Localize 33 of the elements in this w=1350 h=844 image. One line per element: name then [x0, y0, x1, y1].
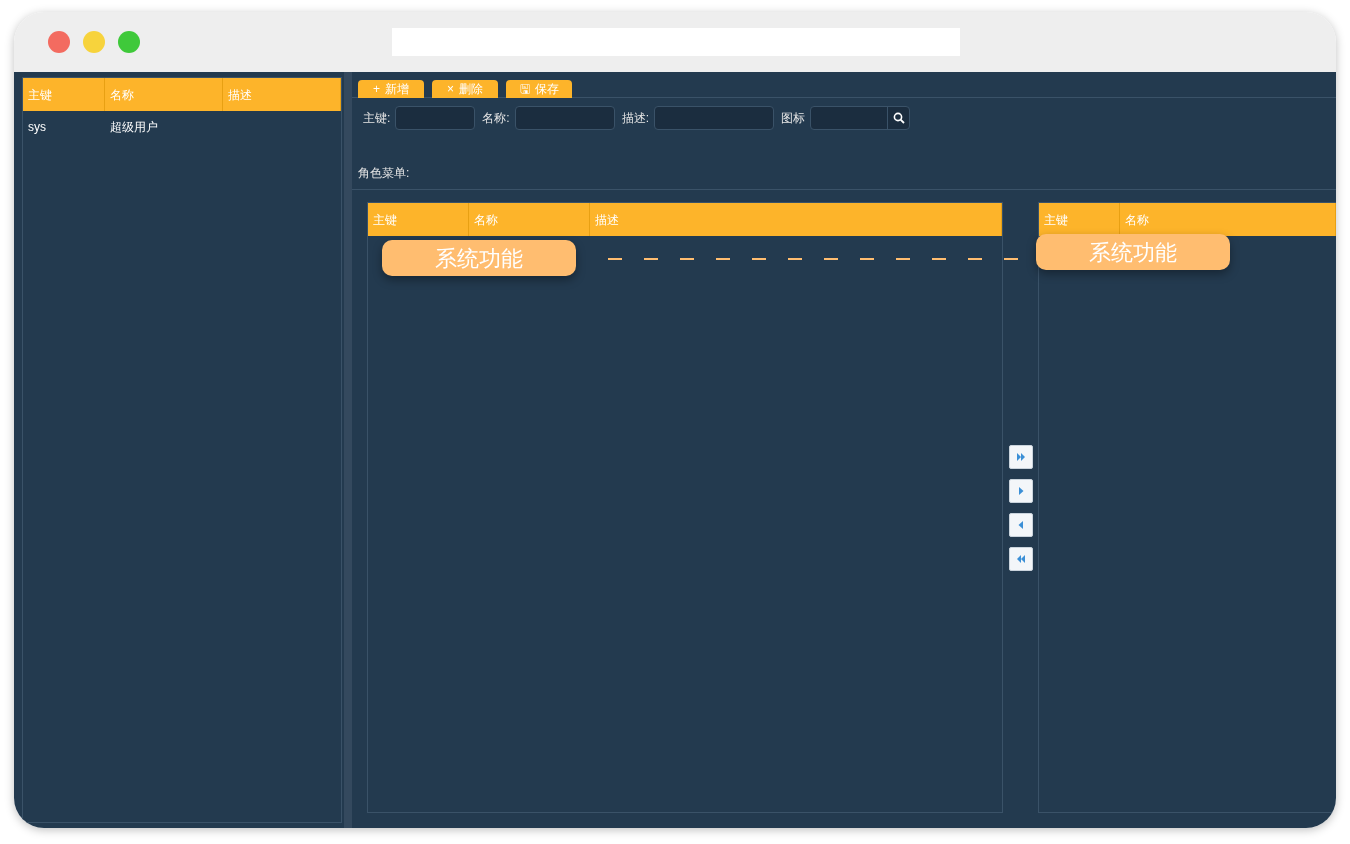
search-field[interactable] [810, 105, 911, 130]
input-field[interactable] [654, 105, 775, 130]
close-icon[interactable] [48, 31, 70, 53]
table-row[interactable]: sys 超级用户 [23, 111, 341, 143]
table-cell-text: sys [27, 119, 47, 136]
toolbar-button[interactable]: 🖫 保存 [506, 80, 572, 98]
field-label: 描述: [621, 109, 650, 127]
toolbar-icon: × [447, 83, 454, 95]
input-field[interactable] [395, 105, 476, 130]
field-label: 图标 [781, 109, 806, 127]
column-header[interactable]: 名称 [469, 203, 590, 236]
callout-label: 系统功能 [1036, 234, 1230, 270]
column-header[interactable]: 主键 [23, 78, 105, 111]
input-field[interactable] [514, 105, 615, 130]
left-button[interactable] [1009, 512, 1033, 537]
toolbar-button[interactable]: × 删除 [432, 80, 498, 98]
column-header[interactable]: 主键 [368, 203, 469, 236]
column-header[interactable]: 描述 [223, 78, 341, 111]
toolbar-button[interactable]: + 新增 [358, 80, 424, 98]
right-button[interactable] [1009, 478, 1033, 503]
column-header[interactable]: 名称 [105, 78, 223, 111]
field-label: 名称: [482, 109, 510, 127]
toolbar-icon: 🖫 [519, 83, 530, 95]
field-label: 主键: [363, 109, 391, 127]
toolbar-icon: + [373, 83, 380, 95]
column-header[interactable]: 描述 [590, 203, 1002, 236]
all-left-button[interactable] [1009, 546, 1033, 571]
arrow-icon [1015, 450, 1027, 463]
table-cell-text: 超级用户 [109, 119, 159, 136]
maximize-icon[interactable] [118, 31, 140, 53]
callout-label: 系统功能 [382, 240, 576, 276]
all-right-button[interactable] [1009, 444, 1033, 469]
role-menu-label: 角色菜单: [358, 166, 410, 180]
